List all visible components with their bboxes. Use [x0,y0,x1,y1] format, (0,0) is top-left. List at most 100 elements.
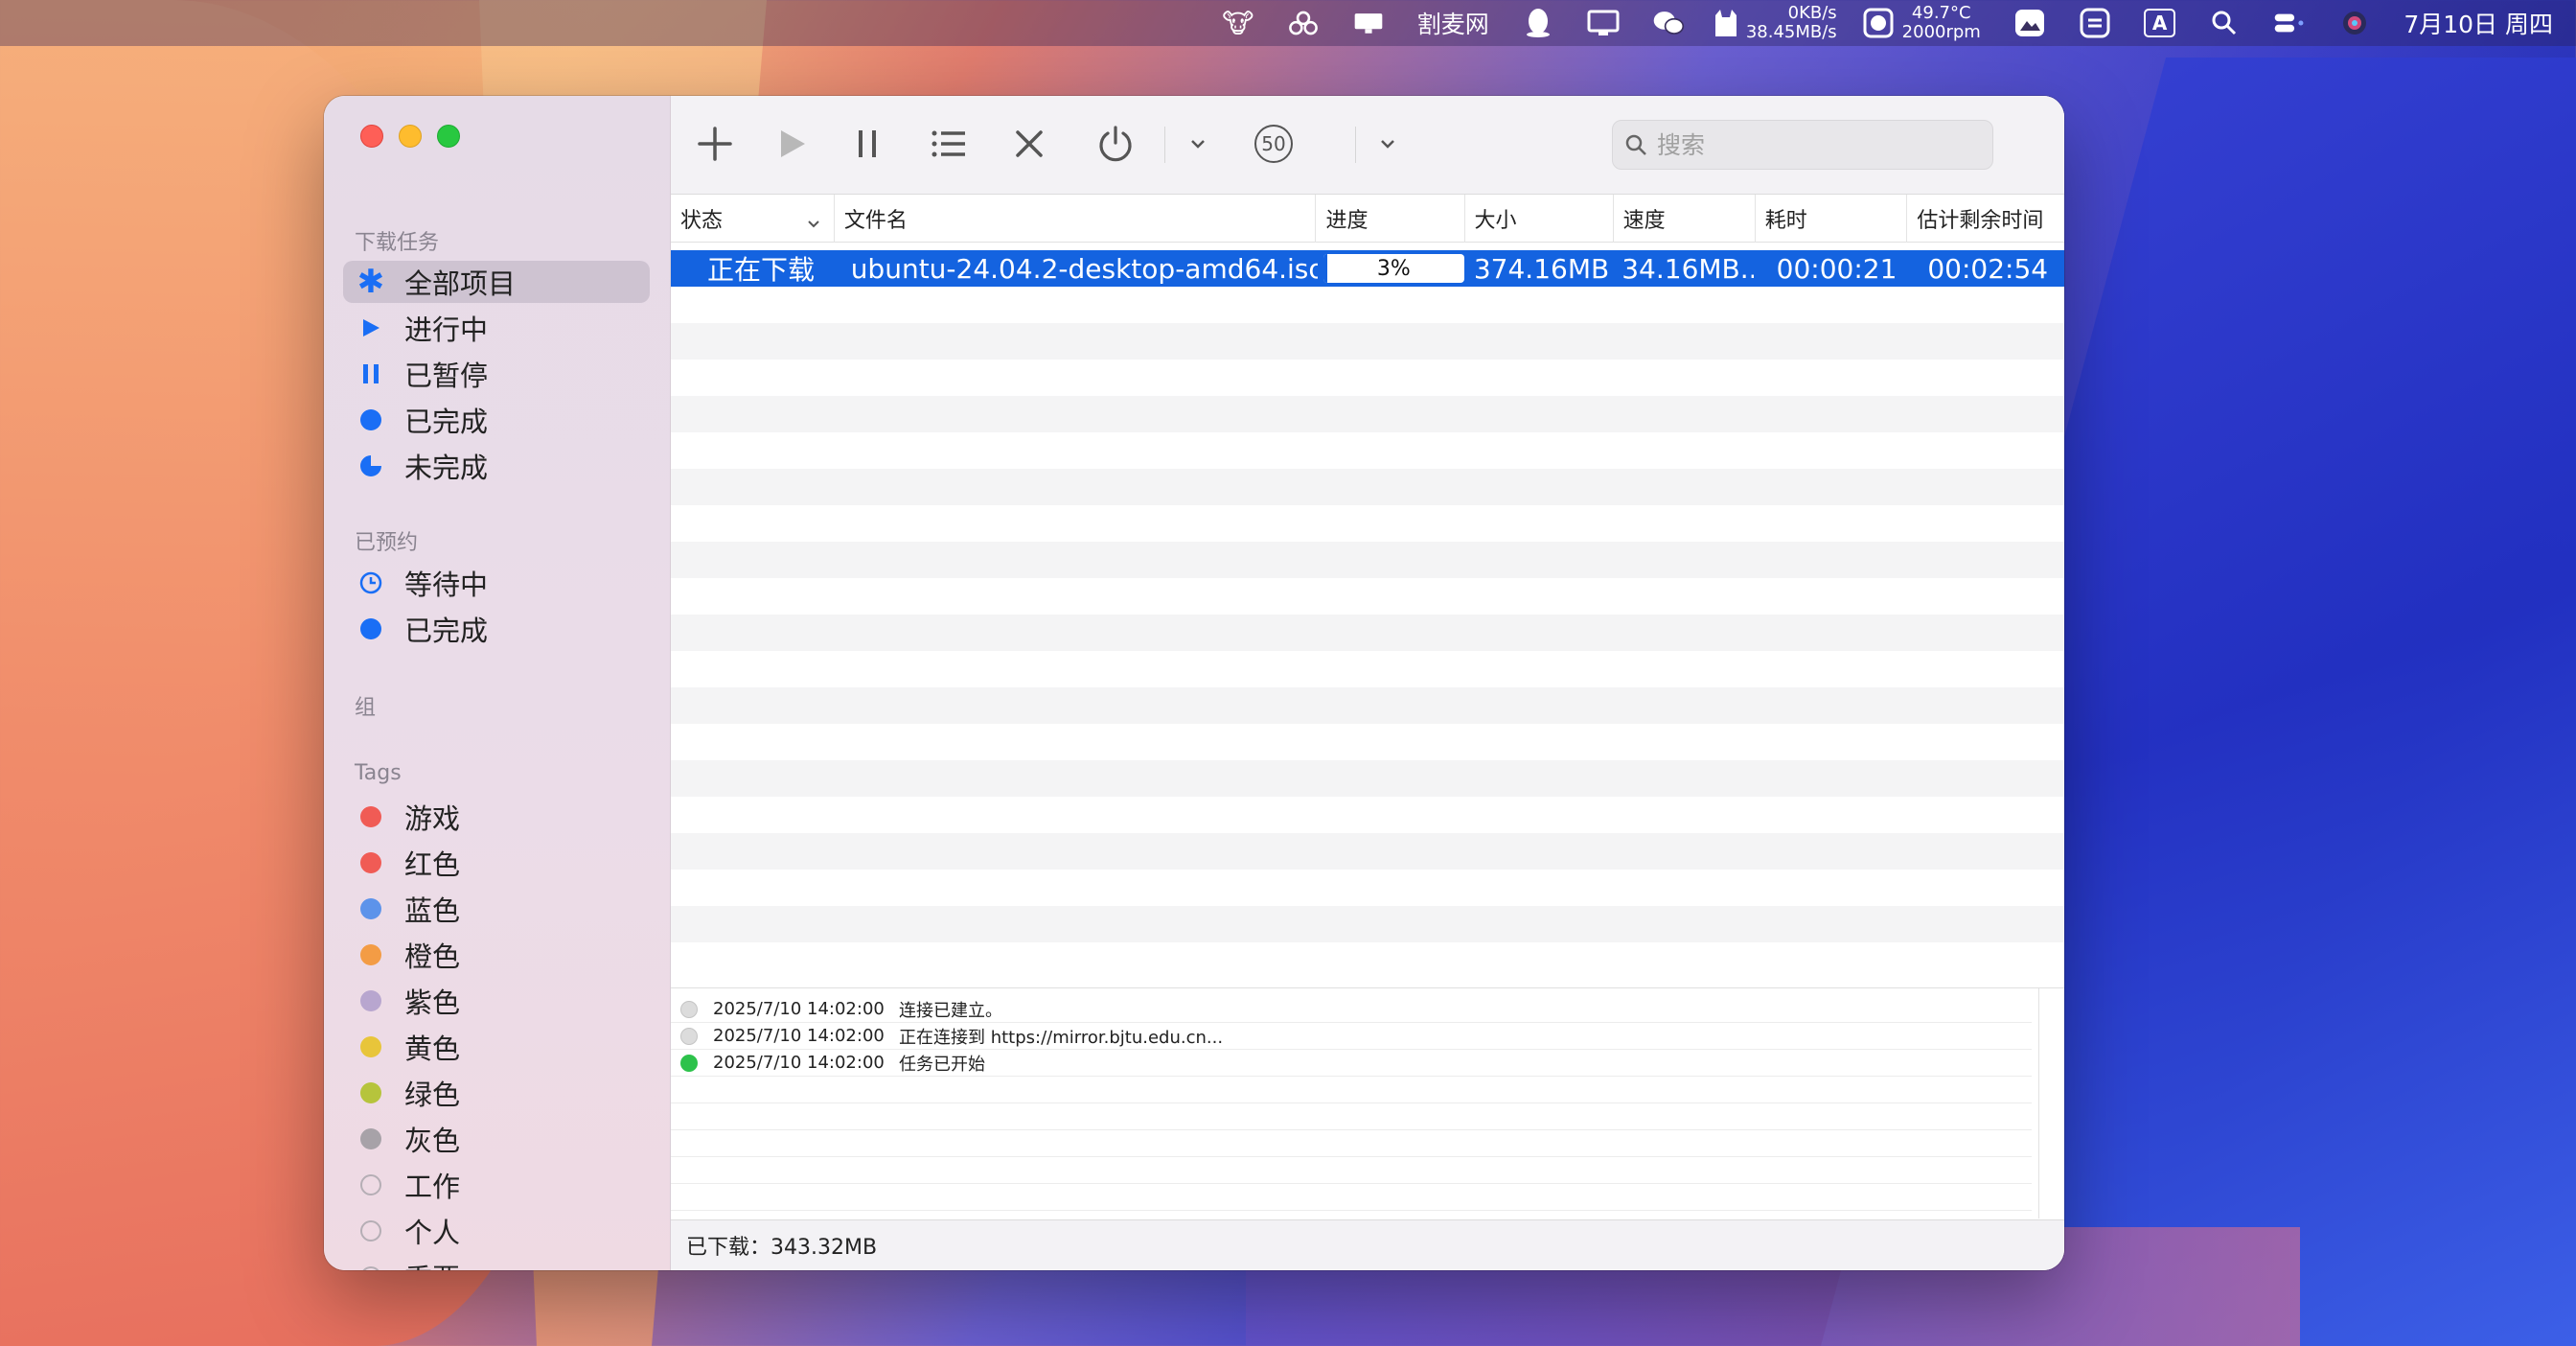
sidebar-tag-item[interactable]: 橙色 [343,934,650,976]
log-entry[interactable]: 2025/7/10 14:02:00 连接已建立。 [671,996,2032,1023]
sidebar-item-label: 全部项目 [404,267,517,300]
power-button[interactable] [1089,117,1142,171]
log-entry[interactable]: 2025/7/10 14:02:00 任务已开始 [671,1050,2032,1077]
start-button[interactable] [765,117,818,171]
column-header-speed[interactable]: 速度 [1614,194,1756,243]
log-message: 正在连接到 https://mirror.bjtu.edu.cn... [899,1027,1224,1048]
column-header-status[interactable]: 状态 [671,194,835,243]
toolbar-separator [1164,127,1165,163]
wechat-icon[interactable] [1652,7,1685,39]
sidebar-item-scheduled-completed[interactable]: 已完成 [343,608,650,650]
list-button[interactable] [922,117,976,171]
sidebar-tag-item[interactable]: 蓝色 [343,888,650,930]
status-dot [680,1054,698,1072]
table-empty-row [671,505,2064,542]
sidebar-tag-item[interactable]: 红色 [343,842,650,884]
chevron-down-icon[interactable] [1361,117,1414,171]
table-empty-row [671,396,2064,432]
search-icon [1624,133,1647,156]
log-entry[interactable]: 2025/7/10 14:02:00 正在连接到 https://mirror.… [671,1023,2032,1050]
display-icon[interactable] [1352,7,1385,39]
minimize-window-button[interactable] [399,125,422,148]
table-empty-row [671,578,2064,615]
app-window: 下载任务 ✱ 全部项目 进行中 已暂停 已完成 未完成 已预约 等待中 已完成 … [324,96,2064,1270]
tag-color-icon [358,942,383,967]
sidebar-tag-item[interactable]: 紫色 [343,980,650,1022]
image-app-icon[interactable] [2013,7,2046,39]
tag-color-icon [358,988,383,1013]
sidebar-item-all[interactable]: ✱ 全部项目 [343,261,650,303]
menubar-datetime[interactable]: 7月10日 周四 [2404,0,2553,46]
tag-color-icon [358,804,383,829]
section-downloads-heading: 下载任务 [355,231,440,255]
sidebar-item-completed[interactable]: 已完成 [343,399,650,441]
siri-icon[interactable] [2338,7,2371,39]
sidebar-item-in-progress[interactable]: 进行中 [343,307,650,349]
close-window-button[interactable] [360,125,383,148]
control-center-icon[interactable] [2273,7,2306,39]
cluster-icon[interactable] [1287,7,1320,39]
pause-button[interactable] [841,117,895,171]
column-header-elapsed[interactable]: 耗时 [1756,194,1908,243]
sidebar-item-paused[interactable]: 已暂停 [343,353,650,395]
sidebar-item-label: 已完成 [404,615,489,647]
cow-icon[interactable]: 🐮 [1222,7,1254,39]
sidebar-tag-item[interactable]: 工作 [343,1164,650,1206]
concurrency-button[interactable]: 50 [1247,117,1300,171]
menubar-app-name[interactable]: 割麦网 [1417,0,1489,46]
column-header-filename[interactable]: 文件名 [835,194,1317,243]
window-controls [360,125,460,148]
cat-icon[interactable] [1710,7,1742,39]
delete-button[interactable] [1002,117,1056,171]
sidebar-item-incomplete[interactable]: 未完成 [343,445,650,487]
table-empty-row [671,542,2064,578]
monitor-icon[interactable] [1587,7,1620,39]
sidebar-item-label: 黄色 [404,1033,461,1065]
sidebar-tag-item[interactable]: 个人 [343,1210,650,1252]
column-header-progress[interactable]: 进度 [1316,194,1465,243]
cell-filename: ubuntu-24.04.2-desktop-amd64.iso [850,252,1318,285]
chevron-down-icon[interactable] [1171,117,1225,171]
log-message: 任务已开始 [899,1054,985,1075]
asterisk-icon: ✱ [356,263,385,301]
sidebar-tag-item[interactable]: 绿色 [343,1072,650,1114]
net-upload: 0KB/s [1787,3,1837,23]
fan-icon[interactable] [1862,7,1895,39]
net-download: 38.45MB/s [1745,22,1837,42]
table-empty-row [671,942,2064,979]
column-header-remaining[interactable]: 估计剩余时间 [1907,195,2064,243]
add-task-button[interactable] [688,117,742,171]
sidebar-item-waiting[interactable]: 等待中 [343,562,650,604]
table-empty-row [671,724,2064,760]
search-field[interactable] [1612,120,1993,170]
sidebar-item-label: 工作 [404,1171,461,1203]
section-scheduled-heading: 已预约 [355,531,419,555]
sidebar-item-label: 蓝色 [404,894,461,927]
sidebar-item-label: 紫色 [404,986,461,1019]
log-empty-row [671,1130,2032,1157]
sidebar-item-label: 等待中 [404,569,489,601]
sidebar-item-label: 游戏 [404,802,461,835]
log-scrollbar-track[interactable] [2038,988,2039,1218]
input-method-indicator[interactable]: A [2143,9,2176,37]
table-empty-row [671,323,2064,360]
log-time: 2025/7/10 14:02:00 [713,999,885,1019]
qq-icon[interactable] [1522,7,1554,39]
column-header-size[interactable]: 大小 [1465,194,1614,243]
sidebar-item-label: 橙色 [404,940,461,973]
progress-label: 3% [1376,256,1411,281]
tag-color-icon [358,1034,383,1059]
tag-color-icon [358,1172,383,1197]
table-row[interactable]: 正在下载 ubuntu-24.04.2-desktop-amd64.iso 3%… [671,250,2064,287]
switch-app-icon[interactable] [2079,7,2111,39]
sidebar-tag-item[interactable]: 灰色 [343,1118,650,1160]
spotlight-search-icon[interactable] [2208,7,2241,39]
log-time: 2025/7/10 14:02:00 [713,1053,885,1073]
zoom-window-button[interactable] [437,125,460,148]
sidebar-tag-item[interactable]: 黄色 [343,1026,650,1068]
sidebar-item-label: 已暂停 [404,360,489,392]
table-empty-row [671,615,2064,651]
sidebar-tag-item[interactable]: 重要 [343,1256,650,1270]
sidebar-tag-item[interactable]: 游戏 [343,796,650,838]
search-input[interactable] [1657,130,1983,159]
